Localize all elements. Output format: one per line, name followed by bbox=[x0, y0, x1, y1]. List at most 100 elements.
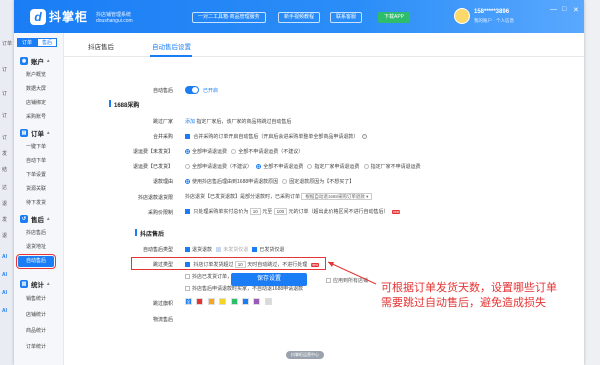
purchase-amount-checkbox[interactable] bbox=[185, 209, 190, 215]
refund-limit-label: 抖店退款退货限 bbox=[137, 195, 173, 201]
sidebar-item-store-stats[interactable]: 店铺统计 bbox=[26, 311, 46, 318]
flag-green-chip[interactable] bbox=[230, 298, 238, 305]
checkbox-label: 未发货仅退 bbox=[223, 247, 249, 253]
tab-auto-aftersale-settings[interactable]: 自动售后设置 bbox=[152, 41, 191, 51]
user-phone[interactable]: 158*****3896 bbox=[474, 9, 509, 15]
skip-vendor-desc: 指定厂家后，该厂家的商品将跳过自动售后 bbox=[196, 119, 292, 125]
flag-orange-chip[interactable] bbox=[207, 298, 215, 305]
sidebar-item-source-link[interactable]: 货源关联 bbox=[26, 185, 46, 192]
tutorial-button[interactable]: 新手视频教程 bbox=[278, 12, 321, 23]
max-amount-input[interactable]: 100 bbox=[273, 208, 288, 216]
apply-all-stores: 应用到所有店铺 bbox=[326, 277, 368, 284]
radio-label: 固定退款原因为【不想买了】 bbox=[289, 179, 355, 185]
radio-refund-all[interactable] bbox=[185, 149, 190, 155]
radio-reason-douyin[interactable] bbox=[185, 179, 190, 185]
footer-pill: 抖掌柜运营中心 bbox=[286, 351, 324, 359]
sidebar-item-dashboard[interactable]: 数据大屏 bbox=[26, 85, 46, 92]
radio-shipped-refund-none[interactable] bbox=[256, 164, 262, 170]
radio-label: 指定厂家不申请退运费 bbox=[370, 164, 421, 170]
bg-label: 结 bbox=[2, 167, 8, 173]
account-icon: ◉ bbox=[20, 57, 28, 65]
flag-blue-chip[interactable] bbox=[241, 298, 249, 305]
refund-limit-desc: 抖店退货【已发货退款】是部分退款时，已采购订单 bbox=[185, 194, 301, 200]
sidebar-item-one-click-order[interactable]: 一键下单 bbox=[26, 143, 46, 150]
apply-all-checkbox[interactable] bbox=[326, 278, 331, 284]
radio-label: 全部申请退运费 bbox=[192, 149, 228, 155]
minimize-icon[interactable]: — bbox=[550, 6, 557, 13]
sidebar-item-auto-aftersale[interactable]: 自动售后 bbox=[16, 254, 56, 269]
user-account-links[interactable]: 我的账户 · 个人信息 bbox=[474, 18, 514, 24]
sidebar-group-aftersale[interactable]: ↺ 售后 ▴ bbox=[20, 214, 50, 224]
sidebar-item-pending-ship[interactable]: 待下发货 bbox=[26, 199, 46, 206]
sidebar-tab-aftersale[interactable]: 售后 bbox=[37, 38, 58, 47]
refund-unshipped-options: 全部申请退运费 全部不申请退运费（不建议） bbox=[185, 148, 303, 155]
skip-days-highlight bbox=[131, 257, 326, 270]
bg-label: AI bbox=[2, 272, 7, 278]
skip-option-2-checkbox[interactable] bbox=[185, 286, 190, 292]
sidebar-item-return-address[interactable]: 退货地址 bbox=[26, 243, 46, 250]
skip-option-1-checkbox[interactable] bbox=[185, 274, 190, 280]
save-settings-button[interactable]: 保存设置 bbox=[231, 273, 307, 286]
sidebar-item-douyin-aftersale[interactable]: 抖店售后 bbox=[26, 229, 46, 236]
help-icon[interactable]: ? bbox=[361, 134, 367, 140]
sidebar-tab-orders[interactable]: 订单 bbox=[17, 38, 38, 47]
bg-label: 订 bbox=[2, 67, 8, 73]
sidebar-item-order-stats[interactable]: 订单统计 bbox=[26, 343, 46, 350]
amount-unit: 元至 bbox=[262, 209, 273, 215]
download-app-button[interactable]: 下载APP bbox=[378, 12, 411, 23]
refund-limit-dropdown[interactable]: 根据自动退1688采购订单退款 ▾ bbox=[301, 193, 373, 201]
checkbox-label: 退货退款 bbox=[192, 247, 213, 253]
bg-label: AI bbox=[2, 290, 7, 296]
bg-label: 订 bbox=[2, 113, 8, 119]
sidebar-item-order-settings[interactable]: 下单设置 bbox=[26, 171, 46, 178]
maximize-icon[interactable]: □ bbox=[562, 6, 566, 13]
add-vendor-link[interactable]: 添加 bbox=[185, 119, 195, 125]
bg-label: 发 bbox=[2, 217, 8, 223]
refund-shipped-label: 退运费【已发货】 bbox=[132, 164, 173, 170]
sidebar-item-purchase-account[interactable]: 采购账号 bbox=[26, 113, 46, 120]
checkbox-unshipped-refund[interactable] bbox=[216, 247, 222, 253]
radio-shipped-refund-all[interactable] bbox=[185, 164, 190, 170]
sidebar-group-stats[interactable]: ▥ 统计 ▴ bbox=[20, 279, 50, 289]
checkbox-label: 已发货仅退 bbox=[259, 247, 285, 253]
sidebar-group-account[interactable]: ◉ 账户 ▴ bbox=[20, 56, 50, 66]
checkbox-return-refund[interactable] bbox=[185, 247, 190, 253]
aftersale-type-options: 退货退款 未发货仅退 已发货仅退 bbox=[185, 246, 284, 253]
annotation-line: 需要跳过自动售后，避免造成损失 bbox=[381, 297, 546, 309]
flag-gray-chip[interactable] bbox=[264, 298, 272, 305]
checkbox-shipped-refund[interactable] bbox=[252, 247, 258, 253]
group-label: 统计 bbox=[31, 282, 44, 289]
radio-shipped-vendor-refund[interactable] bbox=[307, 164, 313, 170]
sidebar-item-sales-stats[interactable]: 销售统计 bbox=[26, 295, 46, 302]
close-icon[interactable]: ✕ bbox=[573, 6, 579, 14]
bg-label: AI bbox=[2, 308, 7, 314]
flag-purple-chip[interactable] bbox=[253, 298, 261, 305]
sidebar-item-store-binding[interactable]: 店铺绑定 bbox=[26, 99, 46, 106]
min-amount-input[interactable]: 10 bbox=[249, 208, 261, 216]
purchase-amount-row: 只处理采购单实付总价为 10 元至 100 元的订单（超出此价格区间不进行自动售… bbox=[185, 208, 401, 216]
bg-label: 订单 bbox=[2, 41, 13, 47]
flag-red-chip[interactable] bbox=[196, 298, 204, 305]
sidebar-item-account-overview[interactable]: 账户概览 bbox=[26, 71, 46, 78]
new-badge: new bbox=[391, 209, 401, 214]
aftersale-icon: ↺ bbox=[20, 215, 28, 223]
tab-douyin-aftersale[interactable]: 抖店售后 bbox=[88, 41, 114, 51]
sidebar-item-product-stats[interactable]: 商品统计 bbox=[26, 327, 46, 334]
radio-refund-none[interactable] bbox=[231, 149, 237, 155]
flag-yellow-chip[interactable] bbox=[219, 298, 227, 305]
auto-aftersale-toggle[interactable] bbox=[185, 86, 199, 94]
refund-reason-label: 退款理由 bbox=[152, 179, 173, 185]
refund-limit-row: 抖店退货【已发货退款】是部分退款时，已采购订单 根据自动退1688采购订单退款 … bbox=[185, 193, 373, 201]
logo: d 抖掌柜 bbox=[30, 8, 88, 25]
sidebar-tabs: 订单 售后 bbox=[17, 38, 58, 47]
merge-purchase-checkbox[interactable] bbox=[185, 134, 190, 140]
radio-reason-fixed[interactable] bbox=[282, 179, 288, 185]
avatar[interactable] bbox=[454, 8, 470, 24]
sidebar-group-orders[interactable]: ▤ 订单 ▴ bbox=[20, 128, 50, 138]
flag-all-chip[interactable]: 全 bbox=[185, 298, 192, 305]
group-label: 售后 bbox=[31, 217, 44, 224]
toolbox-button[interactable]: 一对二工具箱·商品管理服务 bbox=[192, 12, 266, 23]
contact-service-button[interactable]: 联系客服 bbox=[330, 12, 363, 23]
sidebar-item-auto-order[interactable]: 自动下单 bbox=[26, 157, 46, 164]
radio-shipped-vendor-norefund[interactable] bbox=[363, 164, 369, 170]
